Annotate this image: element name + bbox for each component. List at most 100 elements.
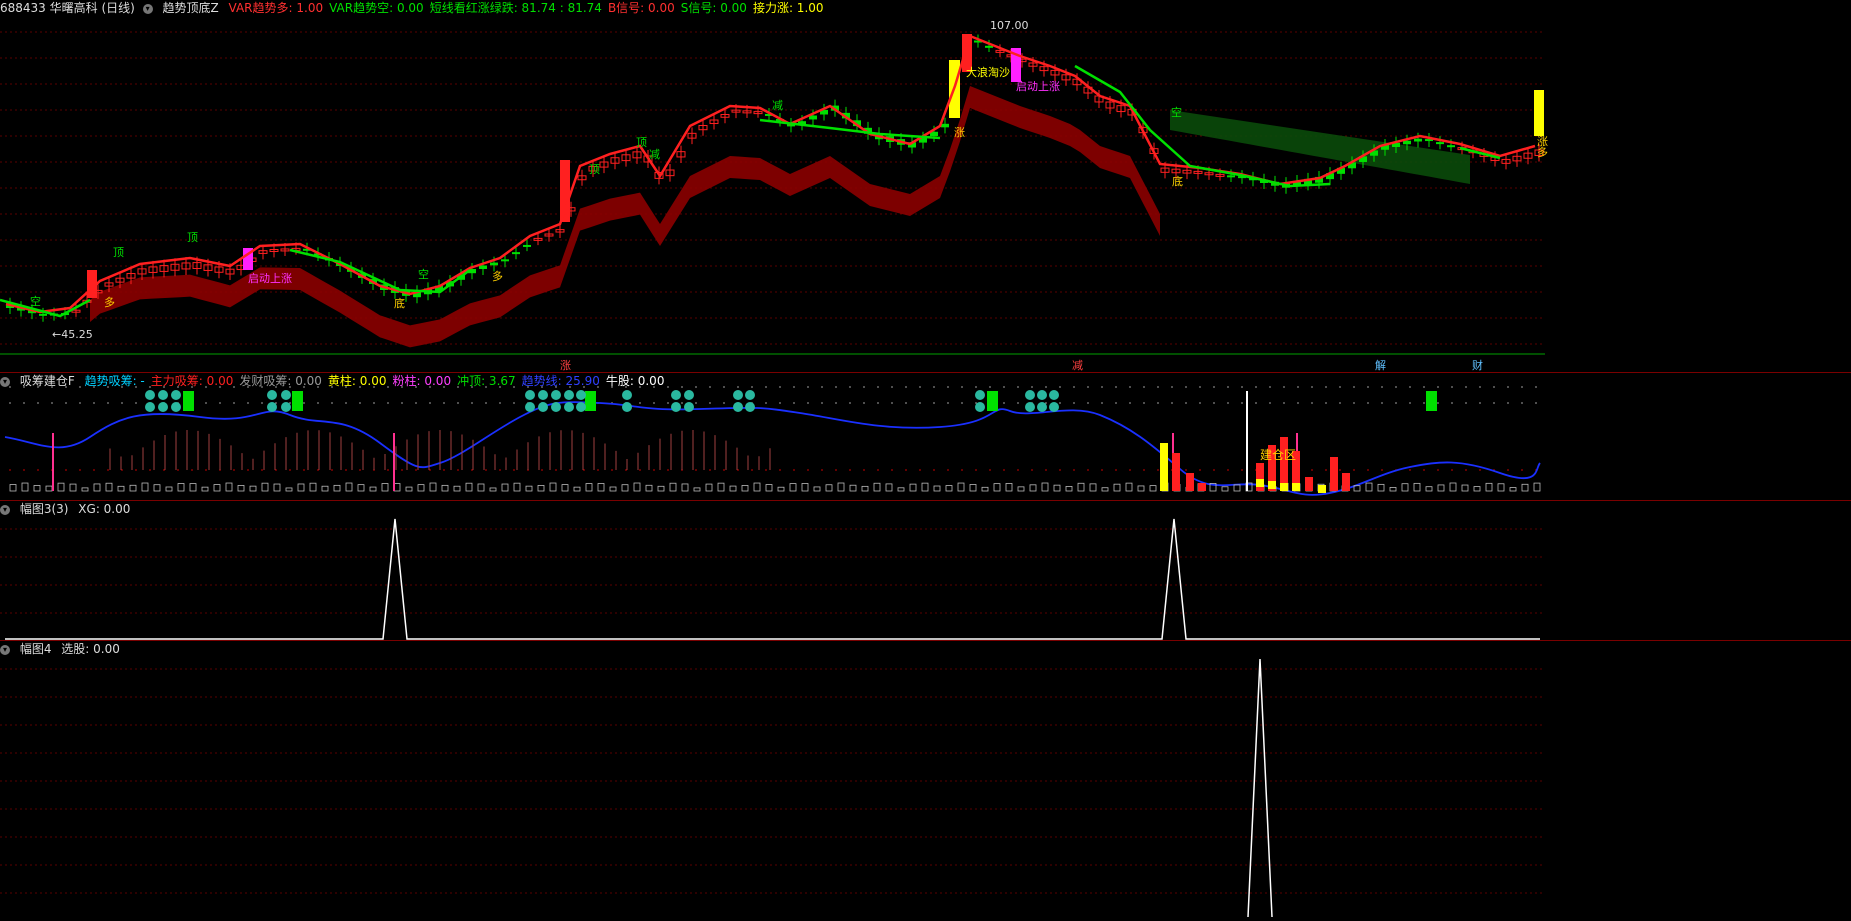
dot-grid [331,402,333,404]
selection-indicator-pane[interactable]: ▾ 幅图4 选股: 0.00 [0,641,1851,921]
dot-grid [723,386,725,388]
small-bar [525,485,533,492]
chevron-icon [267,402,277,412]
accumulation-bar [1198,483,1206,491]
dot-grid [79,402,81,404]
accumulation-chart[interactable]: 建仓区 [0,373,1851,500]
trend-ribbon-down [1170,110,1470,184]
xg-indicator-pane[interactable]: ▾ 幅图3(3) XG: 0.00 [0,501,1851,640]
small-bar [573,486,581,492]
dot-grid [345,402,347,404]
small-bar [1065,486,1073,492]
small-bar [537,485,545,492]
dot-grid [443,469,445,471]
dot-grid [1017,469,1019,471]
dot-grid [961,469,963,471]
dot-grid [1479,469,1481,471]
signal-label: 大浪淘沙 [966,65,1010,79]
dot-grid [51,386,53,388]
dot-grid [1381,386,1383,388]
chevron-icon [145,402,155,412]
small-bar [561,484,569,492]
dot-grid [1157,469,1159,471]
small-bar [1425,486,1433,492]
candle [490,262,498,266]
dot-grid [779,402,781,404]
dot-grid [751,386,753,388]
small-bar [585,483,593,492]
xg-chart[interactable] [0,501,1851,640]
accumulation-indicator-pane[interactable]: ▾ 吸筹建仓F 趋势吸筹: - 主力吸筹: 0.00 发财吸筹: 0.00 黄柱: 0… [0,373,1851,500]
dot-grid [1227,402,1229,404]
dot-grid [1157,402,1159,404]
signal-block [987,391,998,411]
dot-grid [1101,386,1103,388]
dot-grid [1535,386,1537,388]
dot-grid [947,402,949,404]
dot-grid [625,386,627,388]
dot-grid [947,469,949,471]
dot-grid [401,386,403,388]
dot-grid [457,402,459,404]
dot-grid [457,469,459,471]
dot-grid [303,402,305,404]
small-bar [357,484,365,492]
dot-grid [723,469,725,471]
small-bar [1509,487,1517,492]
dot-grid [541,469,543,471]
small-bar [837,482,845,492]
dot-grid [681,386,683,388]
dot-grid [471,386,473,388]
chevron-icon [684,390,694,400]
dot-grid [1073,469,1075,471]
dot-grid [121,402,123,404]
small-bar [597,483,605,492]
chevron-icon [622,402,632,412]
trend-line-down [759,118,941,140]
small-bar [1005,483,1013,492]
small-bar [129,484,137,492]
small-bar [1521,483,1529,492]
dot-grid [933,469,935,471]
dot-grid [835,469,837,471]
accumulation-bar [1160,443,1168,491]
dot-grid [1395,386,1397,388]
dot-grid [1283,386,1285,388]
dot-grid [1059,386,1061,388]
trend-ribbon [90,86,1160,348]
dot-grid [1171,386,1173,388]
small-bar [1473,486,1481,492]
main-chart-pane[interactable]: 688433 华曙高科 (日线) ▾ 趋势顶底Z VAR趋势多: 1.00 VAR… [0,0,1851,372]
dot-grid [765,469,767,471]
small-bar [1125,482,1133,492]
dot-grid [1437,402,1439,404]
dot-grid [373,386,375,388]
dot-grid [9,402,11,404]
event-marker: 减 [1072,359,1083,372]
dot-grid [891,469,893,471]
small-bar [69,483,77,492]
candlestick-chart[interactable]: 107.00←45.25空 多顶顶启动上涨 空底多顶顶减减大浪淘沙启动上涨涨空底涨多… [0,0,1851,372]
small-bar [741,485,749,492]
dot-grid [653,402,655,404]
signal-label: 多 [104,295,115,309]
dot-grid [1353,386,1355,388]
small-bar [369,486,377,492]
dot-grid [415,402,417,404]
dot-grid [1199,402,1201,404]
dot-grid [1017,386,1019,388]
dot-grid [667,386,669,388]
small-bar [21,482,29,492]
selection-chart[interactable] [0,641,1851,921]
candle [1436,142,1444,145]
selection-line [1247,658,1273,918]
dot-grid [639,386,641,388]
dot-grid [205,469,207,471]
dot-grid [387,469,389,471]
small-bar [1077,482,1085,492]
dot-grid [499,469,501,471]
event-marker: 涨 [560,359,571,372]
yellow-bar [1280,483,1288,491]
candle [1227,175,1235,178]
small-bar [57,482,65,492]
